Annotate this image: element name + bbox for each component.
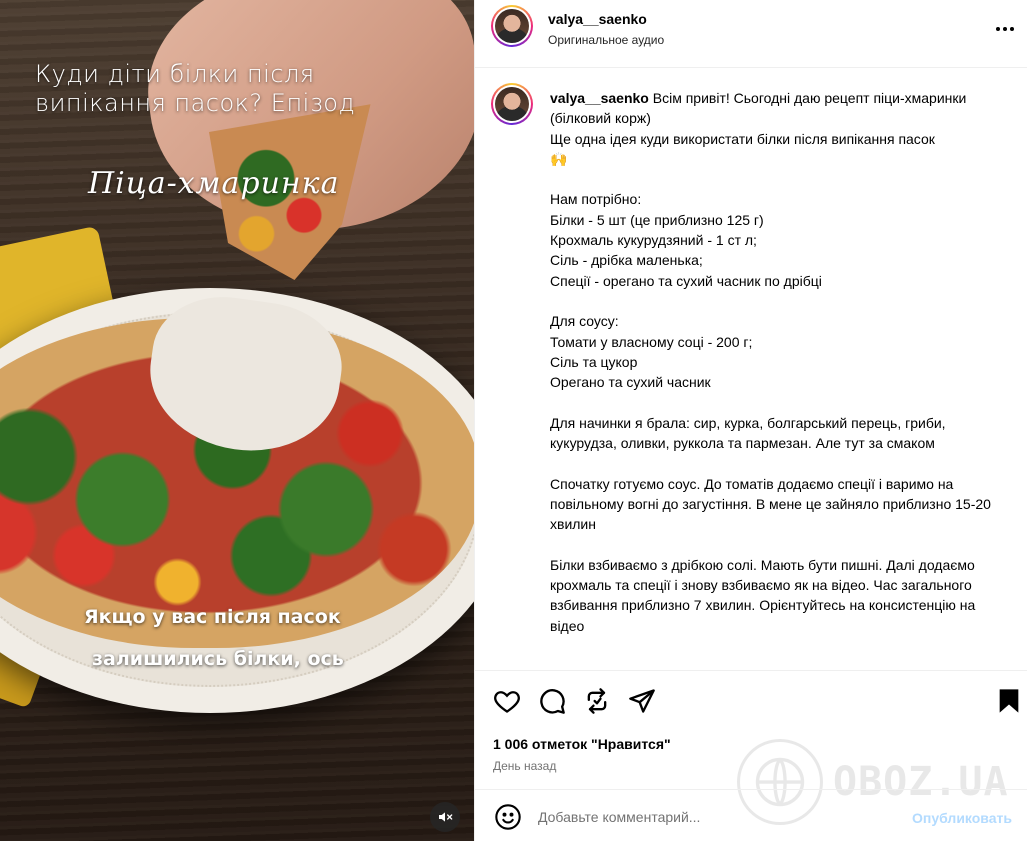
caption-body: Ще одна ідея куди використати білки післ… xyxy=(550,130,991,634)
repost-icon[interactable] xyxy=(583,687,611,715)
bookmark-icon[interactable] xyxy=(995,687,1023,715)
more-options-button[interactable] xyxy=(993,22,1017,36)
mute-button[interactable] xyxy=(430,802,460,832)
heart-icon[interactable] xyxy=(493,687,521,715)
mute-icon xyxy=(439,812,453,822)
post-video[interactable]: Куди діти білки після випікання пасок? Е… xyxy=(0,0,474,841)
comment-icon[interactable] xyxy=(538,687,566,715)
video-subtitle-line-1: Якщо у вас після пасок xyxy=(84,606,341,628)
video-subtitle-line-2: залишились білки, ось xyxy=(92,648,344,670)
emoji-icon[interactable] xyxy=(494,803,522,831)
caption-text: valya__saenko Всім привіт! Сьогодні даю … xyxy=(550,88,1010,636)
publish-button[interactable]: Опубликовать xyxy=(912,810,1012,826)
post-header: valya__saenko Оригинальное аудио xyxy=(475,0,1027,68)
post-panel: valya__saenko Оригинальное аудио valya__… xyxy=(474,0,1027,841)
actions-section: 1 006 отметок "Нравится" День назад OBOZ… xyxy=(475,670,1027,825)
video-script-title: Піца-хмаринка xyxy=(88,166,340,201)
caption-area[interactable]: valya__saenko Всім привіт! Сьогодні даю … xyxy=(475,69,1027,669)
comment-input[interactable] xyxy=(538,804,898,830)
more-icon xyxy=(996,27,1000,31)
likes-count[interactable]: 1 006 отметок "Нравится" xyxy=(493,736,671,752)
header-username[interactable]: valya__saenko xyxy=(548,11,647,27)
audio-label[interactable]: Оригинальное аудио xyxy=(548,33,664,47)
avatar[interactable] xyxy=(491,5,533,47)
video-title: Куди діти білки після випікання пасок? Е… xyxy=(35,60,356,117)
caption-avatar[interactable] xyxy=(491,83,533,125)
comment-bar: Опубликовать xyxy=(475,789,1027,841)
caption-username[interactable]: valya__saenko xyxy=(550,90,649,106)
post-timestamp[interactable]: День назад xyxy=(493,759,556,773)
share-icon[interactable] xyxy=(628,687,656,715)
